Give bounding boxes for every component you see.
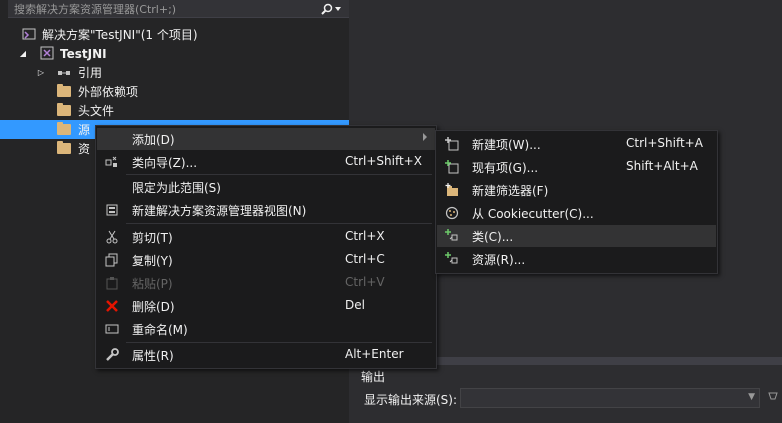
scissors-icon xyxy=(105,230,119,244)
class-wizard-icon xyxy=(105,155,119,169)
submenu-item-existing-item[interactable]: 现有项(G)... Shift+Alt+A xyxy=(437,156,716,178)
menu-item-label: 新建筛选器(F) xyxy=(472,184,549,198)
expanded-arrow-icon[interactable]: ◢ xyxy=(18,48,28,58)
menu-item-label: 剪切(T) xyxy=(132,231,173,245)
header-files-label: 头文件 xyxy=(78,104,115,118)
submenu-item-new-item[interactable]: 新建项(W)... Ctrl+Shift+A xyxy=(437,133,716,155)
add-class-icon xyxy=(445,229,459,243)
menu-item-label: 重命名(M) xyxy=(132,323,188,337)
tree-item-external-deps[interactable]: 外部依赖项 xyxy=(0,82,349,101)
new-item-icon xyxy=(445,137,459,151)
chevron-down-icon: ▼ xyxy=(748,392,755,402)
menu-item-label: 新建项(W)... xyxy=(472,138,541,152)
menu-item-shortcut: Alt+Enter xyxy=(345,347,404,361)
menu-item-label: 资源(R)... xyxy=(472,253,526,267)
menu-item-label: 新建解决方案资源管理器视图(N) xyxy=(132,204,307,218)
menu-item-label: 粘贴(P) xyxy=(132,277,173,291)
tree-item-solution[interactable]: 解决方案"TestJNI"(1 个项目) xyxy=(0,25,349,44)
menu-item-delete[interactable]: 删除(D) Del xyxy=(97,295,435,317)
menu-item-new-explorer-view[interactable]: 新建解决方案资源管理器视图(N) xyxy=(97,199,435,221)
find-icon xyxy=(768,392,778,400)
solution-icon xyxy=(22,28,36,40)
submenu-item-from-cookiecutter[interactable]: 从 Cookiecutter(C)... xyxy=(437,202,716,224)
folder-icon xyxy=(57,141,71,157)
menu-item-copy[interactable]: 复制(Y) Ctrl+C xyxy=(97,249,435,271)
copy-icon xyxy=(105,253,119,267)
output-panel-title: 输出 xyxy=(361,370,386,384)
new-view-icon xyxy=(105,203,119,217)
menu-item-label: 添加(D) xyxy=(132,133,175,147)
output-source-label: 显示输出来源(S): xyxy=(364,393,458,407)
menu-item-shortcut: Ctrl+X xyxy=(345,229,385,243)
resource-files-label: 资 xyxy=(78,142,91,156)
folder-icon xyxy=(57,103,71,119)
menu-item-shortcut: Del xyxy=(345,298,365,312)
menu-item-shortcut: Ctrl+Shift+A xyxy=(626,136,703,150)
menu-item-label: 从 Cookiecutter(C)... xyxy=(472,207,594,221)
submenu-item-new-filter[interactable]: 新建筛选器(F) xyxy=(437,179,716,201)
menu-item-label: 删除(D) xyxy=(132,300,175,314)
output-toolbar-button[interactable] xyxy=(767,389,781,407)
menu-separator xyxy=(126,342,432,343)
search-bar xyxy=(8,0,349,18)
project-icon xyxy=(40,46,54,60)
tree-item-project[interactable]: ◢ TestJNI xyxy=(0,44,349,63)
paste-icon xyxy=(105,276,119,290)
menu-item-add[interactable]: 添加(D) xyxy=(97,128,435,150)
wrench-icon xyxy=(105,348,119,362)
menu-item-class-wizard[interactable]: 类向导(Z)... Ctrl+Shift+X xyxy=(97,151,435,173)
menu-item-label: 类(C)... xyxy=(472,230,514,244)
add-submenu: 新建项(W)... Ctrl+Shift+A 现有项(G)... Shift+A… xyxy=(435,130,718,274)
new-folder-icon xyxy=(445,183,459,197)
menu-item-cut[interactable]: 剪切(T) Ctrl+X xyxy=(97,226,435,248)
search-icon xyxy=(321,3,333,15)
ide-window: 解决方案"TestJNI"(1 个项目) ◢ TestJNI ▷ 引用 外部依赖… xyxy=(0,0,782,423)
dropdown-arrow-icon xyxy=(335,7,341,11)
menu-item-label: 现有项(G)... xyxy=(472,161,539,175)
tree-item-header-files[interactable]: 头文件 xyxy=(0,101,349,120)
menu-item-properties[interactable]: 属性(R) Alt+Enter xyxy=(97,344,435,366)
add-resource-icon xyxy=(445,252,459,266)
search-input[interactable] xyxy=(14,1,314,17)
submenu-item-resource[interactable]: 资源(R)... xyxy=(437,248,716,270)
references-label: 引用 xyxy=(78,66,103,80)
folder-icon xyxy=(57,84,71,100)
submenu-item-class[interactable]: 类(C)... xyxy=(437,225,716,247)
submenu-arrow-icon xyxy=(423,133,427,141)
menu-item-label: 限定为此范围(S) xyxy=(132,181,221,195)
context-menu: 添加(D) 类向导(Z)... Ctrl+Shift+X 限定为此范围(S) 新… xyxy=(95,125,437,369)
menu-item-label: 复制(Y) xyxy=(132,254,173,268)
menu-item-rename[interactable]: 重命名(M) xyxy=(97,318,435,340)
menu-item-paste: 粘贴(P) Ctrl+V xyxy=(97,272,435,294)
search-button[interactable] xyxy=(317,0,345,18)
menu-item-shortcut: Shift+Alt+A xyxy=(626,159,698,173)
delete-x-icon xyxy=(105,299,119,313)
existing-item-icon xyxy=(445,160,459,174)
output-source-select[interactable]: ▼ xyxy=(460,388,760,408)
source-files-label: 源 xyxy=(78,123,91,137)
menu-separator xyxy=(126,223,432,224)
menu-item-label: 类向导(Z)... xyxy=(132,156,198,170)
cookiecutter-icon xyxy=(445,206,459,220)
menu-separator xyxy=(126,174,432,175)
external-deps-label: 外部依赖项 xyxy=(78,85,139,99)
collapsed-arrow-icon[interactable]: ▷ xyxy=(36,67,46,77)
project-label: TestJNI xyxy=(60,46,107,61)
solution-label: 解决方案"TestJNI"(1 个项目) xyxy=(42,28,198,42)
references-icon xyxy=(58,71,70,75)
tree-item-references[interactable]: ▷ 引用 xyxy=(0,63,349,82)
folder-icon xyxy=(57,122,71,138)
menu-item-label: 属性(R) xyxy=(132,349,174,363)
menu-item-shortcut: Ctrl+V xyxy=(345,275,385,289)
menu-item-scope-to-this[interactable]: 限定为此范围(S) xyxy=(97,176,435,198)
menu-item-shortcut: Ctrl+C xyxy=(345,252,385,266)
menu-item-shortcut: Ctrl+Shift+X xyxy=(345,154,422,168)
rename-icon xyxy=(105,322,119,336)
